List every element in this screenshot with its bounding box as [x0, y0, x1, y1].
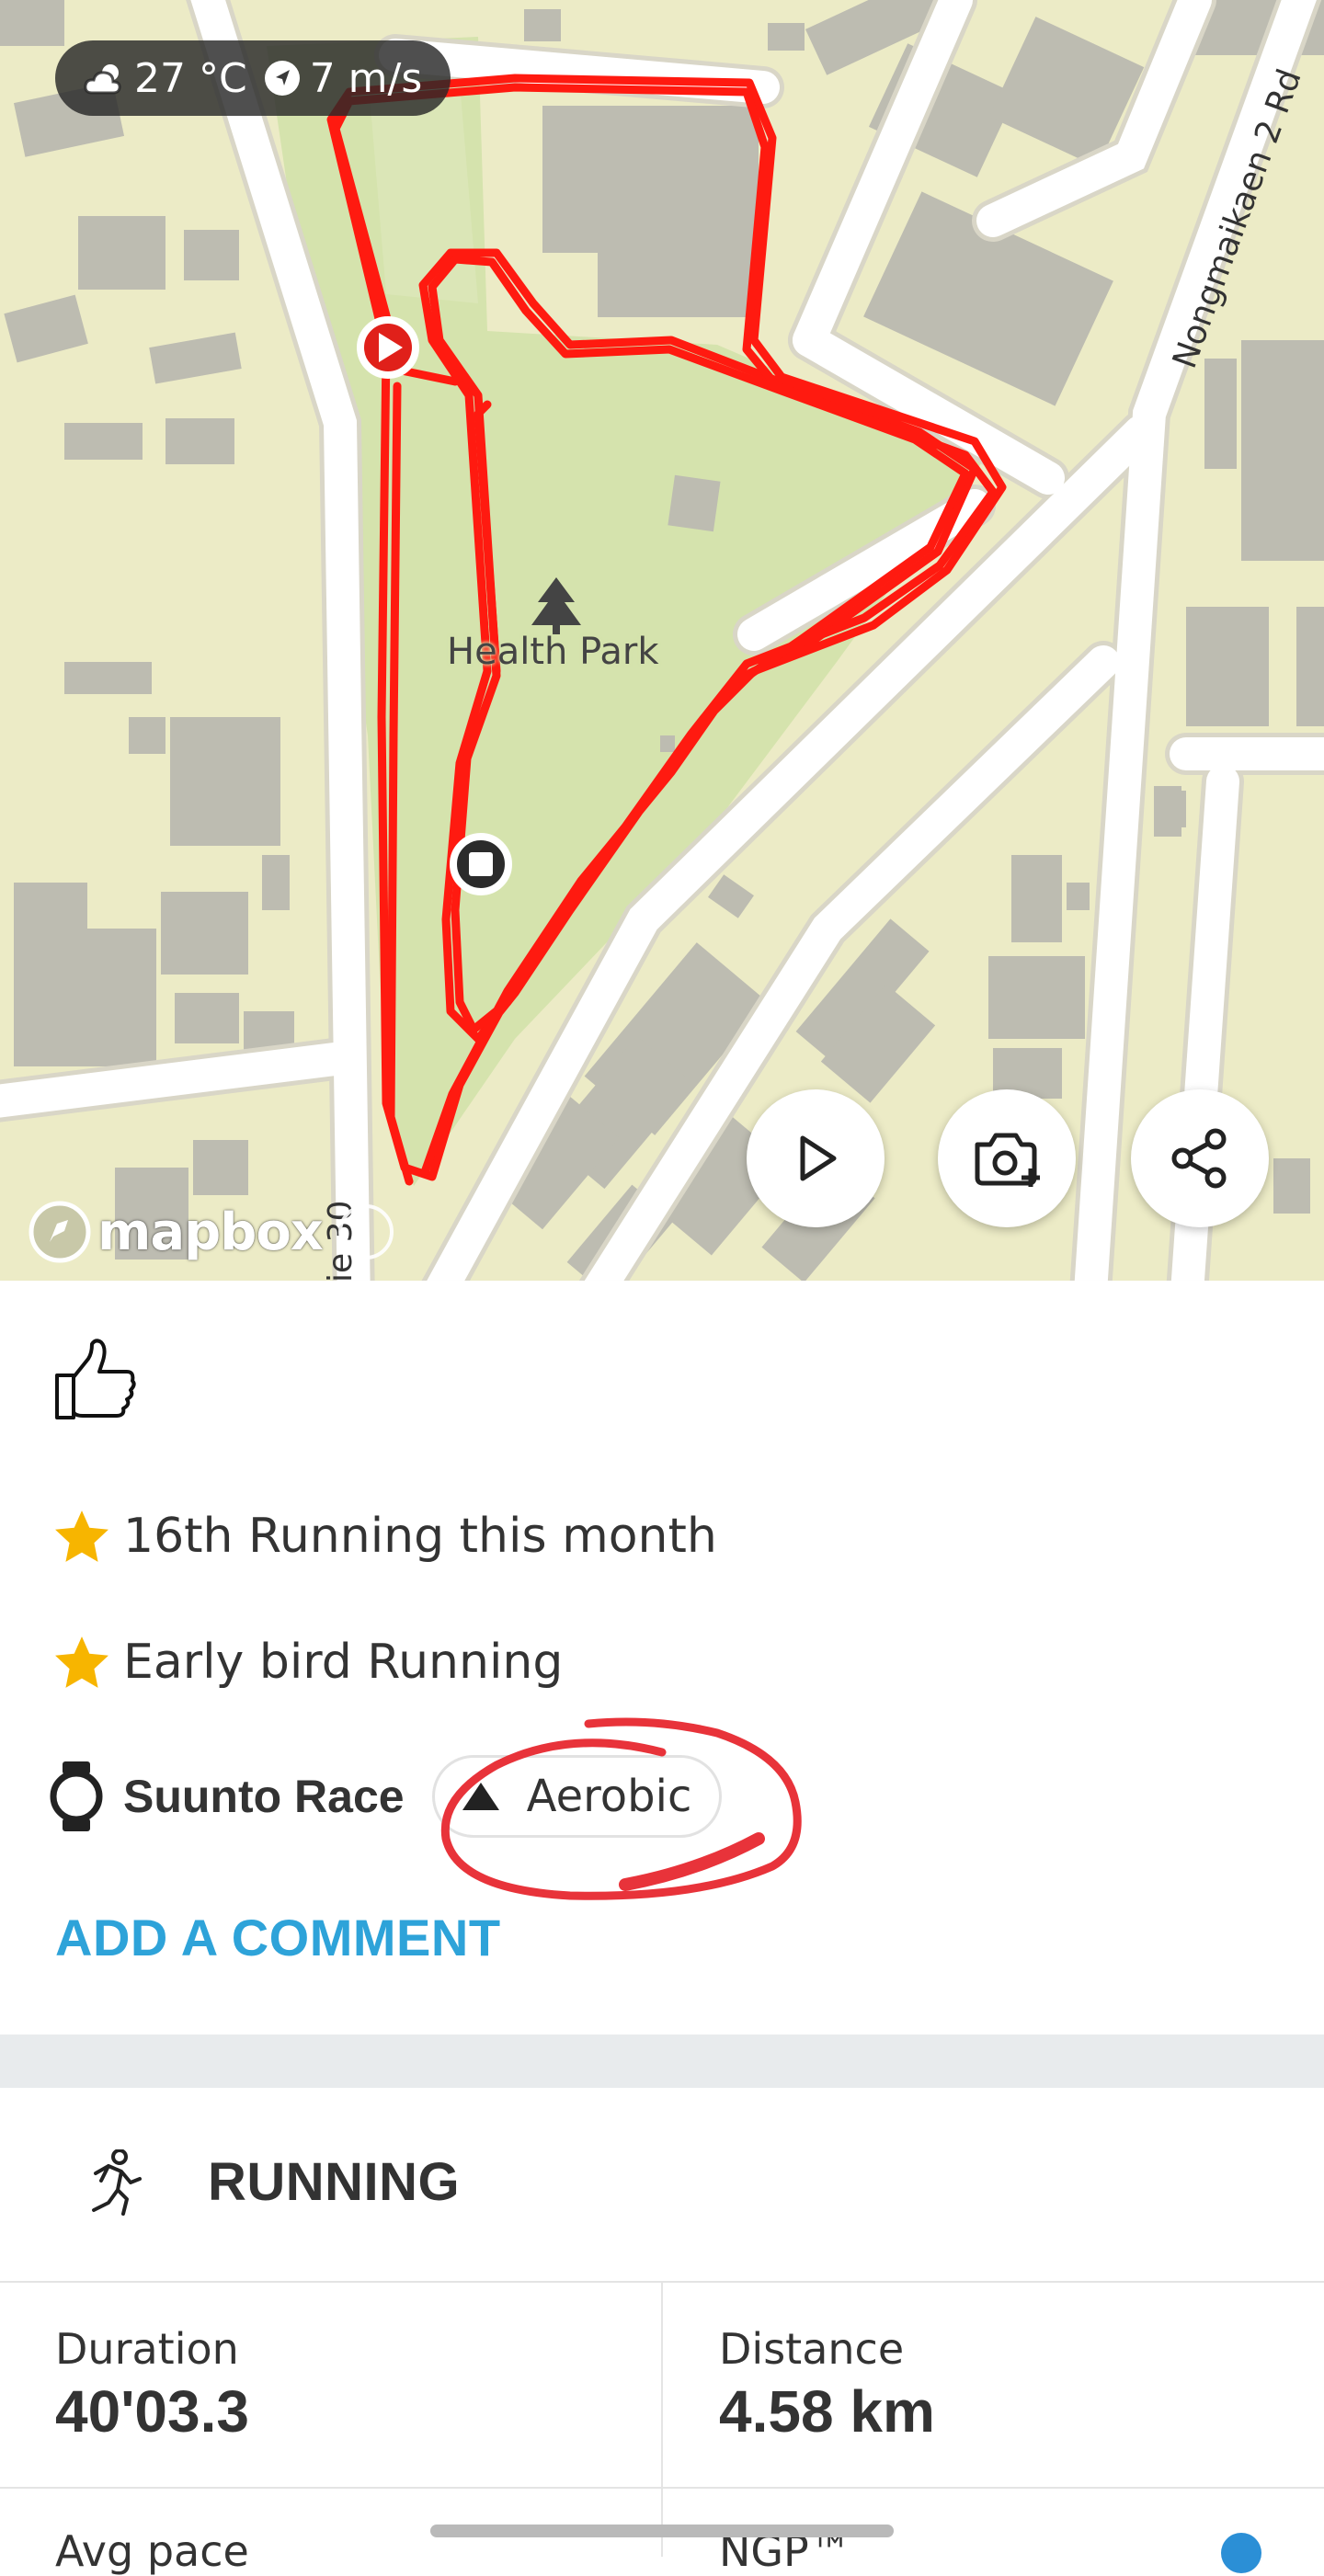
map-tiles	[0, 0, 1324, 1281]
stat-label: Duration	[55, 2324, 239, 2374]
navigation-arrow-icon	[264, 60, 301, 97]
camera-plus-icon	[975, 1133, 1040, 1187]
stat-value: 4.58 km	[719, 2378, 935, 2445]
play-route-button[interactable]	[747, 1089, 885, 1227]
star-icon	[55, 1510, 108, 1562]
stat-avg-pace-label: Avg pace	[55, 2526, 249, 2576]
star-icon	[55, 1636, 108, 1688]
watch-icon	[50, 1761, 103, 1831]
add-photo-button[interactable]	[938, 1089, 1076, 1227]
stat-label: Distance	[719, 2324, 905, 2374]
cloud-sun-icon	[83, 60, 125, 97]
grid-divider-vertical	[661, 2283, 663, 2557]
thumbs-up-icon	[55, 1339, 136, 1419]
weather-badge: 27 °C 7 m/s	[55, 40, 451, 116]
stop-marker	[450, 833, 512, 895]
section-divider	[0, 2035, 1324, 2088]
info-icon[interactable]	[1221, 2533, 1261, 2573]
device-name: Suunto Race	[123, 1771, 405, 1822]
activity-type-title: RUNNING	[208, 2152, 461, 2212]
achievement-item: Early bird Running	[53, 1634, 563, 1691]
activity-section-header	[0, 2088, 1324, 2283]
home-indicator[interactable]	[430, 2525, 894, 2537]
grid-divider-horizontal	[0, 2487, 1324, 2489]
stat-value: 40'03.3	[55, 2378, 249, 2445]
running-icon	[92, 2149, 142, 2216]
start-marker	[357, 316, 419, 379]
mapbox-logo-icon	[29, 1201, 91, 1263]
map-info-icon[interactable]	[338, 1204, 394, 1260]
play-icon	[800, 1135, 837, 1181]
mapbox-attribution[interactable]: mapbox	[28, 1197, 324, 1267]
temperature-value: 27 °C	[134, 54, 247, 102]
wind-value: 7 m/s	[309, 54, 423, 102]
share-icon	[1171, 1128, 1227, 1189]
share-button[interactable]	[1131, 1089, 1269, 1227]
stat-distance: Distance 4.58 km	[719, 2324, 935, 2445]
park-name-label: Health Park	[447, 631, 659, 673]
achievement-text: Early bird Running	[123, 1635, 564, 1690]
achievement-item: 16th Running this month	[53, 1508, 717, 1565]
hand-drawn-circle-annotation	[440, 1717, 802, 1900]
route-map[interactable]: Health Park Nongmaikaen 2 Rd ie 30 27 °C…	[0, 0, 1324, 1281]
like-button[interactable]	[51, 1335, 140, 1423]
achievement-text: 16th Running this month	[123, 1509, 717, 1564]
add-comment-link[interactable]: ADD A COMMENT	[55, 1908, 501, 1967]
stat-duration: Duration 40'03.3	[55, 2324, 249, 2445]
mapbox-wordmark: mapbox	[97, 1202, 324, 1262]
